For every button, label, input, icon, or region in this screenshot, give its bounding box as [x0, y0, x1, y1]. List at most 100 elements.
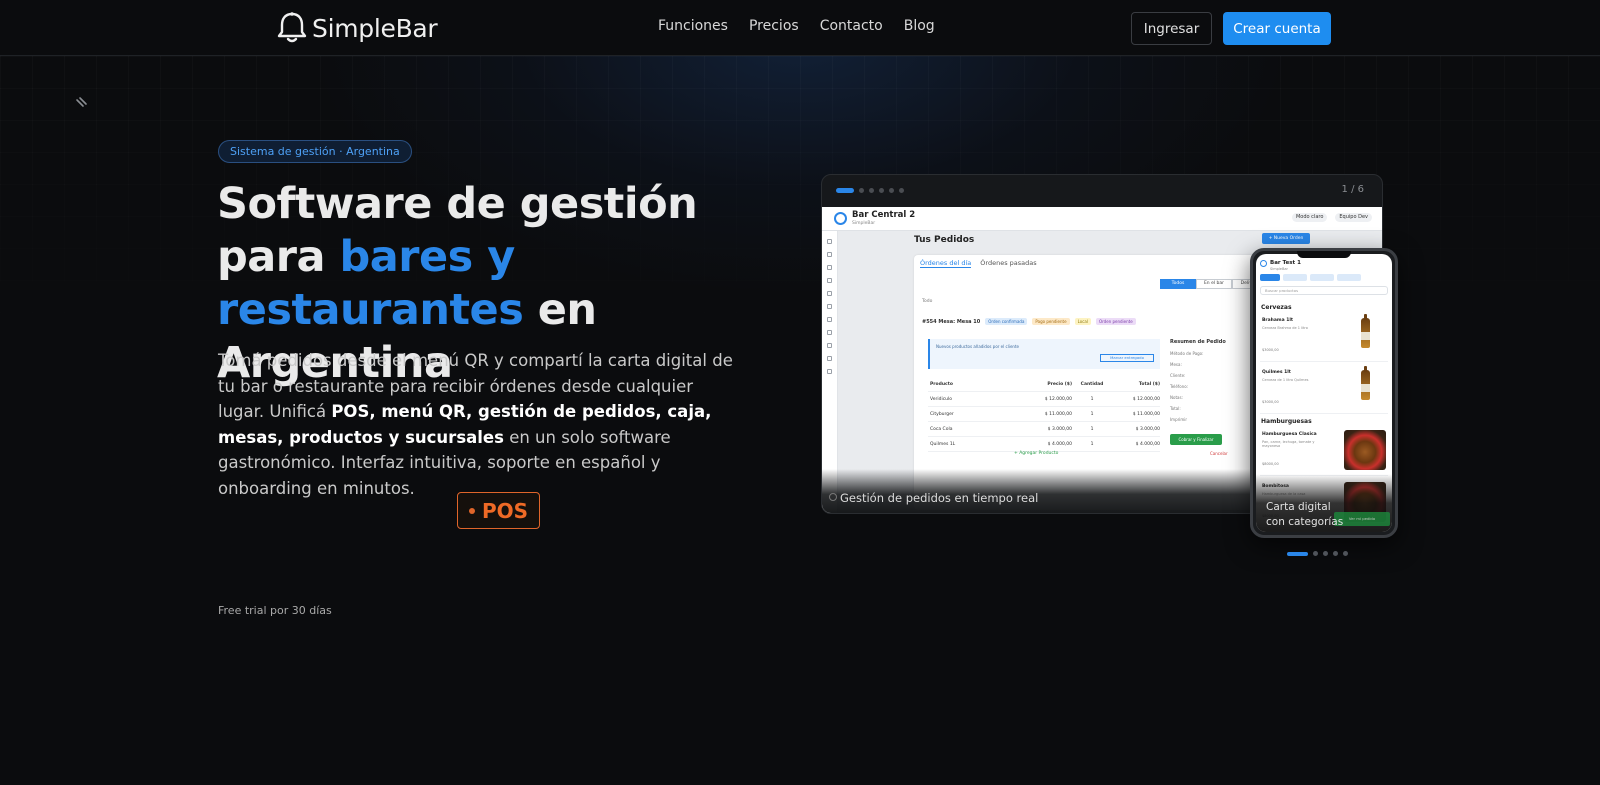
- phone-app-title: Bar Test 1: [1270, 260, 1301, 266]
- app-logo-icon: [834, 212, 847, 225]
- brand-logo[interactable]: SimpleBar: [276, 11, 438, 45]
- site-header: SimpleBar Funciones Precios Contacto Blo…: [0, 0, 1600, 56]
- user-menu: Equipo Dev: [1335, 213, 1372, 222]
- category-tab: [1260, 274, 1280, 281]
- seg-bar: En el bar: [1196, 279, 1232, 289]
- phone-caption: Carta digital con categorías: [1266, 501, 1344, 528]
- bell-icon: [276, 11, 308, 45]
- slide-dot[interactable]: [859, 188, 864, 193]
- cell: Quilmes 1L: [930, 441, 956, 447]
- sidebar-icon: [827, 304, 832, 309]
- status-badge: Orden pendiente: [1095, 318, 1136, 325]
- sidebar-icon: [827, 369, 832, 374]
- seg-all: Todos: [1160, 279, 1196, 289]
- cell: 1: [1090, 441, 1094, 447]
- dot-icon: [468, 507, 475, 514]
- category-tab: [1337, 274, 1361, 281]
- nav-funciones[interactable]: Funciones: [658, 18, 728, 34]
- cell: $ 3.000,00: [1135, 426, 1160, 432]
- brand-name: SimpleBar: [312, 13, 438, 43]
- hero-badge: Sistema de gestión · Argentina: [218, 140, 412, 163]
- beer-bottle-image: [1361, 366, 1370, 400]
- status-badge: Local: [1074, 318, 1091, 325]
- cell: $ 11.000,00: [1044, 411, 1072, 417]
- cell: $ 3.000,00: [1047, 426, 1072, 432]
- main-nav: Funciones Precios Contacto Blog: [658, 18, 935, 34]
- mockup-topbar: 1 / 6: [822, 175, 1382, 207]
- table-header: Producto Precio ($) Cantidad Total ($): [928, 377, 1160, 392]
- table-row: Quilmes 1L $ 4.000,00 1 $ 4.000,00: [928, 437, 1160, 452]
- phone-category-tabs: [1260, 274, 1361, 281]
- cell: Veridiculo: [930, 396, 953, 402]
- cell: 1: [1090, 426, 1094, 432]
- col-product: Producto: [930, 381, 953, 387]
- category-tab: [1310, 274, 1334, 281]
- list-item: Quilmes 1lt Cerveza de 1 litro Quilmes $…: [1260, 364, 1388, 414]
- desktop-caption: Gestión de pedidos en tiempo real: [840, 491, 1039, 505]
- mockup-slide-dots: [836, 188, 904, 193]
- list-item: Hamburguesa Clasica Pan, carne, lechuga,…: [1260, 426, 1388, 476]
- rotating-feature-word: POS: [481, 498, 529, 523]
- sidebar-icon: [827, 265, 832, 270]
- cell: $ 4.000,00: [1047, 441, 1072, 447]
- col-total: Total ($): [1138, 381, 1160, 387]
- nav-contacto[interactable]: Contacto: [820, 18, 883, 34]
- slide-dot[interactable]: [889, 188, 894, 193]
- orders-page-title: Tus Pedidos: [914, 235, 975, 245]
- sidebar-icon: [827, 252, 832, 257]
- carousel-dot[interactable]: [1343, 551, 1348, 556]
- nav-blog[interactable]: Blog: [904, 18, 935, 34]
- sidebar-icon: [827, 291, 832, 296]
- status-badge: Orden confirmada: [985, 318, 1028, 325]
- slide-dot[interactable]: [869, 188, 874, 193]
- new-order-button: + Nueva Orden: [1262, 233, 1310, 244]
- app-topbar: Bar Central 2 SimpleBar Modo claro Equip…: [822, 207, 1382, 231]
- table-row: Veridiculo $ 12.000,00 1 $ 12.000,00: [928, 392, 1160, 407]
- wrench-icon: [75, 95, 89, 114]
- carousel-dot[interactable]: [1333, 551, 1338, 556]
- cell: $ 4.000,00: [1135, 441, 1160, 447]
- sidebar-icon: [827, 356, 832, 361]
- sidebar-icon: [827, 278, 832, 283]
- beer-bottle-image: [1361, 314, 1370, 348]
- login-button[interactable]: Ingresar: [1131, 12, 1212, 45]
- item-name: Quilmes 1lt: [1262, 370, 1291, 375]
- slide-dot[interactable]: [879, 188, 884, 193]
- checkout-button: Cobrar y Finalizar: [1170, 434, 1222, 445]
- item-name: Brahama 1lt: [1262, 318, 1294, 323]
- item-desc: Cerveza Brahma de 1 litro: [1262, 326, 1308, 330]
- phone-screen: Bar Test 1 SimpleBar Buscar productos Ce…: [1256, 254, 1392, 532]
- carousel-dot-active[interactable]: [1287, 551, 1308, 556]
- slide-counter: 1 / 6: [1341, 184, 1364, 195]
- carousel-dot[interactable]: [1323, 551, 1328, 556]
- phone-section-title: Cervezas: [1261, 304, 1292, 311]
- cell: $ 12.000,00: [1132, 396, 1160, 402]
- signup-button[interactable]: Crear cuenta: [1223, 12, 1331, 45]
- order-table: Producto Precio ($) Cantidad Total ($) V…: [928, 377, 1160, 452]
- rotating-feature-tag: POS: [457, 492, 540, 529]
- mode-toggle: Modo claro: [1291, 213, 1328, 222]
- cell: $ 12.000,00: [1044, 396, 1072, 402]
- category-tab: [1283, 274, 1307, 281]
- cell: 1: [1090, 396, 1094, 402]
- trial-note: Free trial por 30 días: [218, 604, 332, 617]
- order-header: #554 Mesa: Mesa 10 Orden confirmada Pago…: [922, 318, 1136, 325]
- slide-dot[interactable]: [899, 188, 904, 193]
- order-note-text: Nuevos productos añadidos por el cliente: [936, 344, 1019, 349]
- carousel-dots: [1287, 551, 1348, 556]
- app-title: Bar Central 2: [852, 210, 916, 220]
- col-qty: Cantidad: [1080, 381, 1104, 387]
- slide-dot-active[interactable]: [836, 188, 854, 193]
- table-row: Cityburger $ 11.000,00 1 $ 11.000,00: [928, 407, 1160, 422]
- app-topbar-right: Modo claro Equipo Dev: [1291, 213, 1372, 222]
- burger-image: [1344, 430, 1386, 470]
- item-desc: Cerveza de 1 litro Quilmes: [1262, 378, 1309, 382]
- cell: Coca Cola: [930, 426, 953, 432]
- app-logo-icon: [1260, 260, 1267, 267]
- add-product-link: + Agregar Producto: [1014, 451, 1059, 456]
- nav-precios[interactable]: Precios: [749, 18, 799, 34]
- item-desc: Pan, carne, lechuga, tomate y mayonesa: [1262, 440, 1315, 448]
- item-price: $3000,00: [1262, 348, 1279, 352]
- order-id: #554 Mesa: Mesa 10: [922, 318, 981, 325]
- carousel-dot[interactable]: [1313, 551, 1318, 556]
